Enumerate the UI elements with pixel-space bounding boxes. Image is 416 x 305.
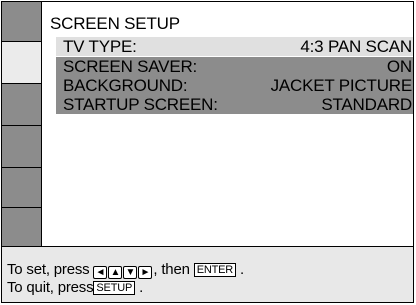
help-footer: To set, press ◄ ▲ ▼ ►, then ENTER . To quit… [2, 247, 413, 302]
menu-item-label: STARTUP SCREEN: [63, 95, 218, 114]
help-set-prefix: To set, press [7, 261, 90, 278]
menu-item-value: 4:3 PAN SCAN [300, 37, 412, 56]
arrow-down-icon: ▼ [123, 266, 138, 279]
help-set-suffix: . [239, 261, 244, 278]
menu-item-startup-screen[interactable]: STARTUP SCREEN: STANDARD [56, 95, 413, 114]
menu-item-label: BACKGROUND: [63, 76, 188, 95]
menu-item-value: STANDARD [321, 95, 412, 114]
menu-item-label: TV TYPE: [63, 37, 137, 56]
sidebar-tab-1[interactable] [2, 2, 41, 42]
sidebar-tab-5[interactable] [2, 168, 41, 208]
menu-item-tv-type[interactable]: TV TYPE: 4:3 PAN SCAN [56, 37, 413, 56]
sidebar-tab-4[interactable] [2, 126, 41, 168]
arrow-up-icon: ▲ [108, 266, 123, 279]
arrow-left-icon: ◄ [93, 266, 108, 279]
screen-setup-window: SCREEN SETUP TV TYPE: 4:3 PAN SCAN SCREE… [1, 1, 414, 303]
sidebar-tab-3[interactable] [2, 84, 41, 126]
help-quit-suffix: . [139, 279, 144, 296]
help-quit-prefix: To quit, press [7, 279, 94, 296]
menu-title: SCREEN SETUP [50, 14, 180, 33]
menu-item-value: ON [386, 57, 412, 76]
sidebar-tab-screen-setup[interactable] [2, 42, 41, 84]
menu-item-label: SCREEN SAVER: [63, 57, 198, 76]
menu-item-value: JACKET PICTURE [270, 76, 413, 95]
enter-button-icon: ENTER [193, 263, 236, 277]
menu-item-background[interactable]: BACKGROUND: JACKET PICTURE [56, 76, 413, 95]
help-quit-line: To quit, press SETUP . [7, 279, 143, 296]
help-set-middle: , then [153, 261, 190, 278]
setup-button-icon: SETUP [93, 281, 136, 295]
help-set-line: To set, press ◄ ▲ ▼ ►, then ENTER . [7, 261, 244, 279]
arrow-right-icon: ► [138, 266, 153, 279]
sidebar-tab-6[interactable] [2, 208, 41, 248]
menu-content: SCREEN SETUP TV TYPE: 4:3 PAN SCAN SCREE… [42, 2, 413, 246]
menu-item-screen-saver[interactable]: SCREEN SAVER: ON [56, 57, 413, 76]
category-sidebar [2, 2, 42, 248]
